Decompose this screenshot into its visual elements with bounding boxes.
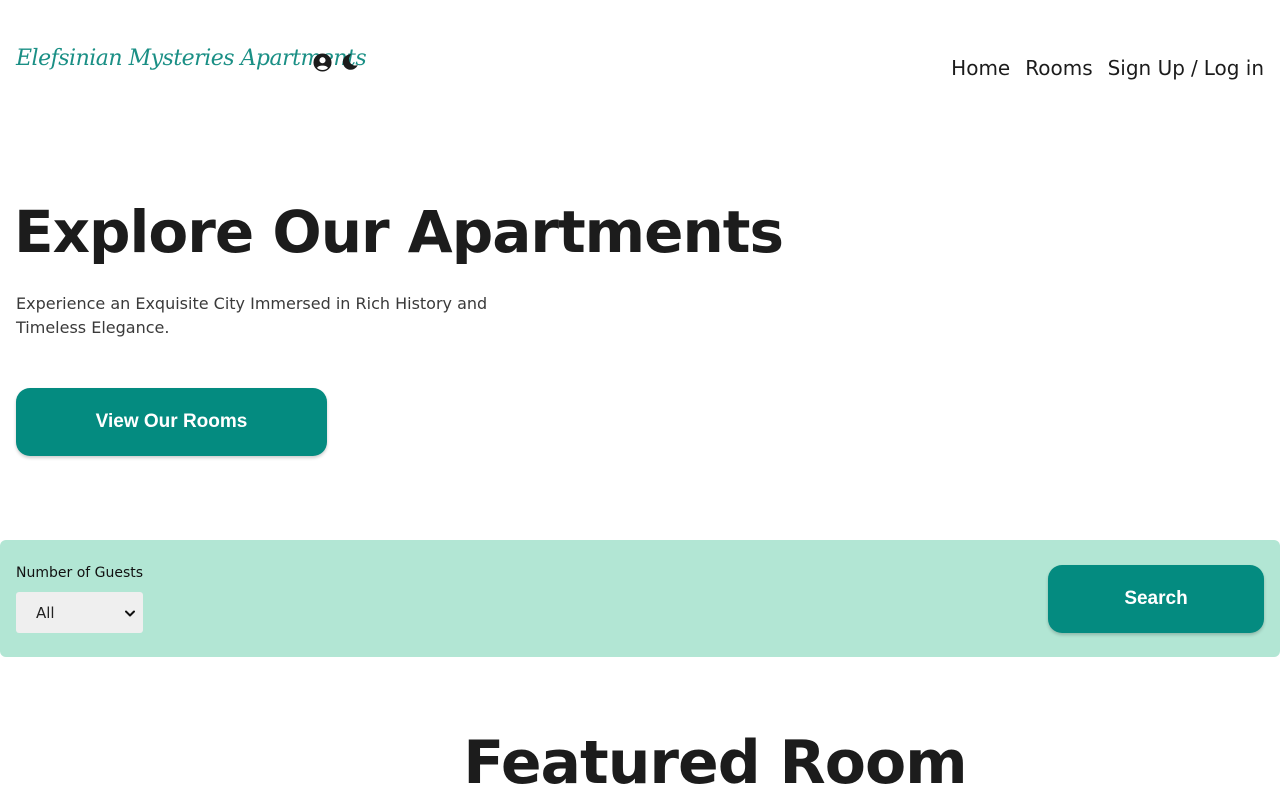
guests-label: Number of Guests (16, 565, 144, 581)
search-button[interactable]: Search (1048, 565, 1264, 633)
moon-icon[interactable] (340, 52, 360, 72)
guests-select[interactable]: All (16, 592, 143, 633)
nav-home-link[interactable]: Home (951, 56, 1010, 80)
guests-select-value: All (36, 603, 55, 622)
site-header: Elefsinian Mysteries Apartments Home Roo… (0, 0, 1280, 120)
view-rooms-button[interactable]: View Our Rooms (16, 388, 327, 456)
nav-signup-link[interactable]: Sign Up (1108, 56, 1185, 80)
chevron-down-icon (125, 604, 135, 622)
nav-login-link[interactable]: Log in (1204, 56, 1264, 80)
hero-subtitle: Experience an Exquisite City Immersed in… (16, 294, 488, 337)
nav-rooms-link[interactable]: Rooms (1025, 56, 1092, 80)
search-filter-bar: Number of Guests All Search (0, 540, 1280, 657)
featured-room-heading: Featured Room (463, 728, 967, 798)
hero-title: Explore Our Apartments (14, 198, 784, 266)
nav-separator: / (1190, 56, 1198, 80)
user-circle-icon[interactable] (312, 52, 332, 72)
nav-auth: Sign Up / Log in (1108, 56, 1264, 80)
main-nav: Home Rooms Sign Up / Log in (951, 56, 1264, 80)
